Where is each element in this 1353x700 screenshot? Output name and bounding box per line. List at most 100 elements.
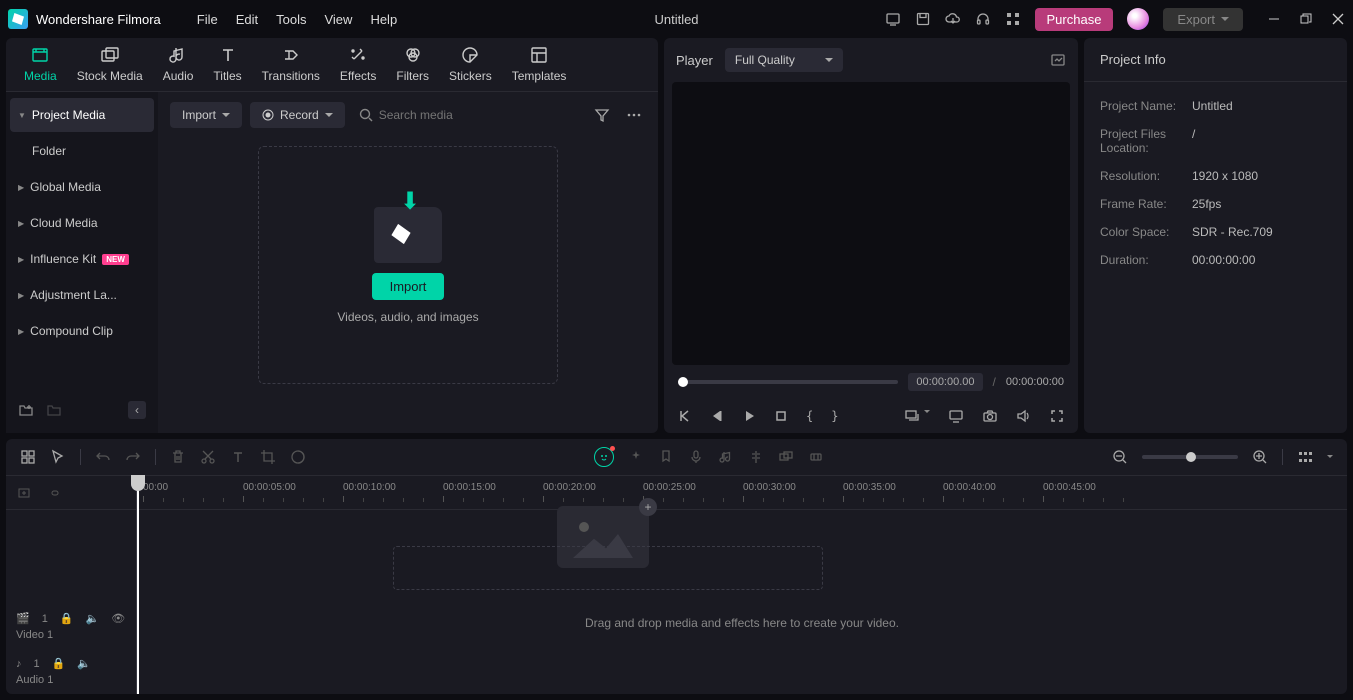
marker-icon[interactable] [658,449,674,465]
add-media-icon[interactable]: + [639,498,657,516]
menu-tools[interactable]: Tools [276,12,306,27]
tab-templates[interactable]: Templates [504,41,575,91]
menu-view[interactable]: View [324,12,352,27]
export-button[interactable]: Export [1163,8,1243,31]
tab-audio[interactable]: Audio [155,41,202,91]
zoom-slider[interactable] [1142,455,1238,459]
tab-stock-media[interactable]: Stock Media [69,41,151,91]
delete-icon[interactable] [170,449,186,465]
text-icon[interactable] [230,449,246,465]
device-icon[interactable] [885,11,901,27]
fullscreen-icon[interactable] [1050,409,1064,423]
track-view-icon[interactable] [1297,449,1313,465]
filter-icon[interactable] [590,103,614,127]
zoom-in-icon[interactable] [1252,449,1268,465]
save-icon[interactable] [915,11,931,27]
playhead[interactable] [137,476,139,694]
user-avatar[interactable] [1127,8,1149,30]
timeline-drop-zone[interactable] [393,546,823,590]
maximize-icon[interactable] [1299,12,1313,26]
cloud-icon[interactable] [945,11,961,27]
sidebar-influence-kit[interactable]: ▶Influence KitNEW [10,242,154,276]
minimize-icon[interactable] [1267,12,1281,26]
import-button[interactable]: Import [372,273,445,300]
sidebar-compound-clip[interactable]: ▶Compound Clip [10,314,154,348]
keyframe-icon[interactable] [808,449,824,465]
align-icon[interactable] [748,449,764,465]
cursor-icon[interactable] [50,449,66,465]
timeline-ruler[interactable]: 00:0000:00:05:0000:00:10:0000:00:15:0000… [137,476,1347,510]
timeline-canvas[interactable]: 00:0000:00:05:0000:00:10:0000:00:15:0000… [136,476,1347,694]
import-drop-zone[interactable]: ⬇ Import Videos, audio, and images [258,146,558,384]
add-folder-icon[interactable] [18,402,34,418]
tab-effects[interactable]: Effects [332,41,384,91]
cut-icon[interactable] [200,449,216,465]
ai-icon[interactable] [594,447,614,467]
zoom-thumb[interactable] [1186,452,1196,462]
video-track-header[interactable]: 🎬1 🔒 🔈 👁 Video 1 [6,604,136,649]
menu-edit[interactable]: Edit [236,12,258,27]
aspect-icon[interactable] [905,409,930,423]
player-seek-track[interactable] [678,380,898,384]
play-icon[interactable] [742,409,756,423]
import-dropdown[interactable]: Import [170,102,242,128]
mute-icon[interactable]: 🔈 [77,657,91,670]
play-backward-icon[interactable] [710,409,724,423]
lock-icon[interactable]: 🔒 [60,612,74,625]
sidebar-global-media[interactable]: ▶Global Media [10,170,154,204]
headphones-icon[interactable] [975,11,991,27]
close-icon[interactable] [1331,12,1345,26]
music-icon[interactable] [718,449,734,465]
color-icon[interactable] [290,449,306,465]
tab-titles[interactable]: Titles [205,41,249,91]
search-box[interactable] [353,102,582,128]
group-icon[interactable] [778,449,794,465]
tab-filters[interactable]: Filters [388,41,437,91]
audio-track-header[interactable]: ♪1 🔒 🔈 Audio 1 [6,649,136,694]
new-folder-icon[interactable] [46,402,62,418]
stop-icon[interactable] [774,409,788,423]
link-icon[interactable] [46,485,62,501]
sidebar-adjustment-layer[interactable]: ▶Adjustment La... [10,278,154,312]
collapse-sidebar-icon[interactable]: ‹ [128,401,146,419]
info-label: Project Files Location: [1100,127,1192,155]
layout-icon[interactable] [20,449,36,465]
new-badge: NEW [102,254,129,265]
mark-in-icon[interactable]: { [806,409,813,423]
more-icon[interactable] [622,103,646,127]
sparkle-icon[interactable] [628,449,644,465]
crop-icon[interactable] [260,449,276,465]
zoom-out-icon[interactable] [1112,449,1128,465]
player-canvas[interactable] [672,82,1070,365]
apps-icon[interactable] [1005,11,1021,27]
lock-icon[interactable]: 🔒 [52,657,66,670]
info-label: Color Space: [1100,225,1192,239]
sidebar-cloud-media[interactable]: ▶Cloud Media [10,206,154,240]
info-value: 1920 x 1080 [1192,169,1258,183]
display-icon[interactable] [948,409,964,423]
visibility-icon[interactable]: 👁 [111,612,125,625]
add-track-icon[interactable] [16,485,32,501]
quality-select[interactable]: Full Quality [725,48,843,72]
search-input[interactable] [379,108,576,122]
sidebar-folder[interactable]: Folder [10,134,154,168]
volume-icon[interactable] [1016,409,1032,423]
seek-thumb[interactable] [678,377,688,387]
mute-icon[interactable]: 🔈 [86,612,100,625]
tab-media[interactable]: Media [16,41,65,91]
tab-transitions[interactable]: Transitions [254,41,328,91]
record-dropdown[interactable]: Record [250,102,345,128]
sidebar-project-media[interactable]: ▼Project Media [10,98,154,132]
tab-stickers[interactable]: Stickers [441,41,500,91]
purchase-button[interactable]: Purchase [1035,8,1114,31]
menu-file[interactable]: File [197,12,218,27]
camera-icon[interactable] [982,409,998,423]
menu-help[interactable]: Help [370,12,397,27]
prev-frame-icon[interactable] [678,409,692,423]
redo-icon[interactable] [125,449,141,465]
snapshot-settings-icon[interactable] [1050,52,1066,68]
player-label: Player [676,53,713,68]
mic-icon[interactable] [688,449,704,465]
mark-out-icon[interactable]: } [831,409,838,423]
undo-icon[interactable] [95,449,111,465]
